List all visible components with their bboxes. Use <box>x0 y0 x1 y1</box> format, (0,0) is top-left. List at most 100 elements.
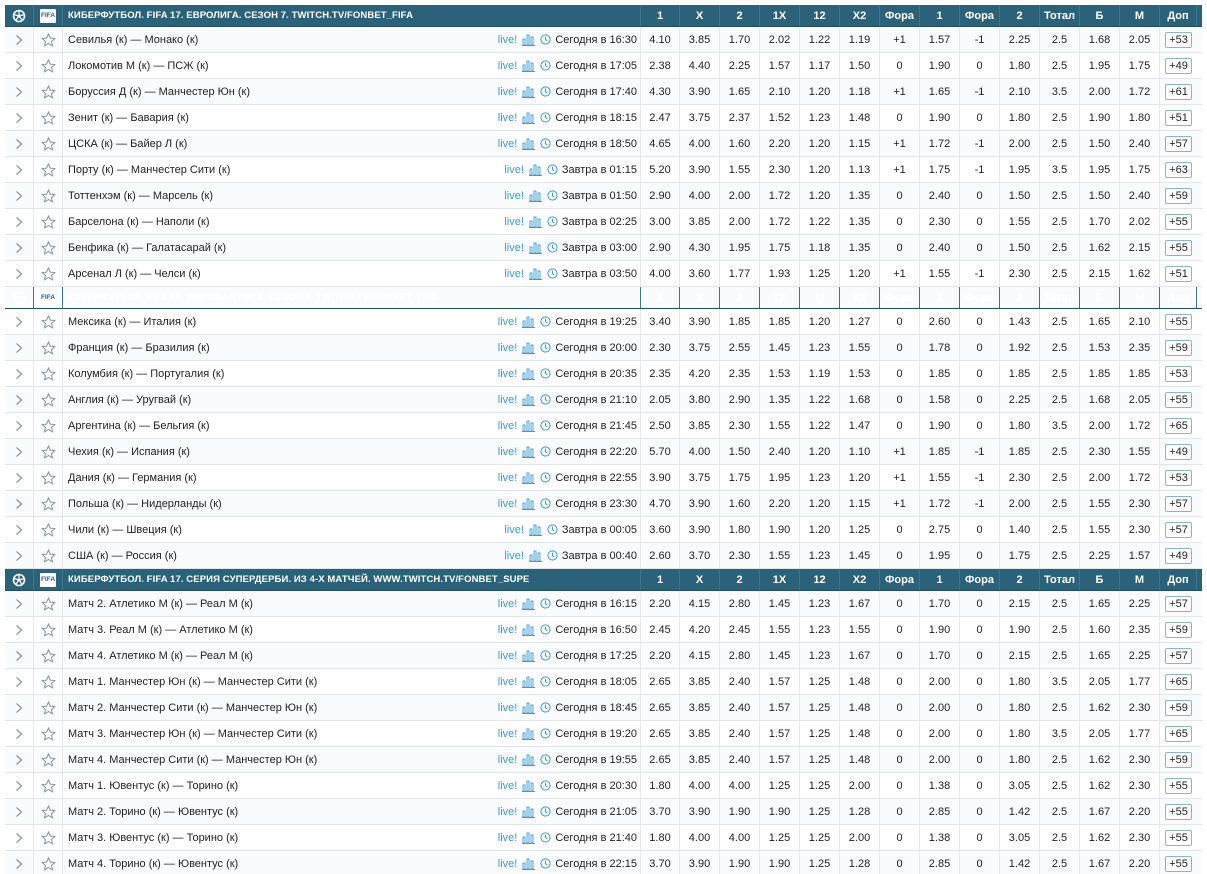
star-icon[interactable] <box>40 596 56 611</box>
odd-win1[interactable]: 2.65 <box>641 721 680 746</box>
event-name[interactable]: Польша (к) — Нидерланды (к) <box>68 498 498 510</box>
star-icon[interactable] <box>40 188 56 203</box>
odd-dcx2[interactable]: 1.48 <box>840 669 880 694</box>
odd-handicap2[interactable]: 0 <box>960 773 1000 798</box>
odd-handicap2[interactable]: -1 <box>960 79 1000 104</box>
favorite-cell[interactable] <box>34 183 63 208</box>
odd-win2[interactable]: 1.77 <box>720 261 760 286</box>
odd-handicap1[interactable]: 0 <box>880 53 920 78</box>
odd-total[interactable]: 2.5 <box>1040 695 1080 720</box>
event-name[interactable]: Матч 4. Манчестер Сити (к) — Манчестер Ю… <box>68 754 498 766</box>
more-markets-button[interactable]: +53 <box>1165 365 1192 382</box>
odd-under[interactable]: 2.15 <box>1120 235 1160 260</box>
more-markets-button[interactable]: +55 <box>1165 855 1192 872</box>
odd-handicap2[interactable]: 0 <box>960 721 1000 746</box>
bar-chart-icon[interactable] <box>521 342 536 354</box>
odd-over[interactable]: 1.70 <box>1080 209 1120 234</box>
odd-handicap2-odd[interactable]: 1.75 <box>1000 543 1040 568</box>
odd-handicap1[interactable]: 0 <box>880 413 920 438</box>
favorite-cell[interactable] <box>34 235 63 260</box>
odd-under[interactable]: 2.10 <box>1120 309 1160 334</box>
odd-handicap2[interactable]: 0 <box>960 543 1000 568</box>
odd-handicap2[interactable]: -1 <box>960 27 1000 52</box>
odd-draw[interactable]: 3.90 <box>680 79 720 104</box>
favorite-cell[interactable] <box>34 209 63 234</box>
odd-under[interactable]: 2.30 <box>1120 491 1160 516</box>
more-markets-button[interactable]: +59 <box>1165 621 1192 638</box>
odd-dc12[interactable]: 1.23 <box>800 465 840 490</box>
odd-dc12[interactable]: 1.19 <box>800 361 840 386</box>
expand-cell[interactable] <box>5 591 34 616</box>
odd-under[interactable]: 2.25 <box>1120 591 1160 616</box>
chevron-right-icon[interactable] <box>15 342 23 354</box>
event-name[interactable]: Тоттенхэм (к) — Марсель (к) <box>68 190 504 202</box>
odd-dc12[interactable]: 1.20 <box>800 491 840 516</box>
odd-win1[interactable]: 4.10 <box>641 27 680 52</box>
expand-cell[interactable] <box>5 491 34 516</box>
more-markets-button[interactable]: +55 <box>1165 829 1192 846</box>
odd-handicap1-odd[interactable]: 2.00 <box>920 669 960 694</box>
odd-dcx2[interactable]: 1.48 <box>840 695 880 720</box>
odd-dcx2[interactable]: 1.25 <box>840 517 880 542</box>
odd-dc1x[interactable]: 2.20 <box>760 131 800 156</box>
event-name[interactable]: Матч 2. Торино (к) — Ювентус (к) <box>68 806 498 818</box>
more-markets-button[interactable]: +65 <box>1165 673 1192 690</box>
favorite-cell[interactable] <box>34 53 63 78</box>
live-link[interactable]: live! <box>498 446 518 458</box>
odd-total[interactable]: 2.5 <box>1040 439 1080 464</box>
odd-win1[interactable]: 5.20 <box>641 157 680 182</box>
bar-chart-icon[interactable] <box>521 624 536 636</box>
odd-handicap2-odd[interactable]: 2.25 <box>1000 27 1040 52</box>
odd-handicap1-odd[interactable]: 1.95 <box>920 543 960 568</box>
odd-win1[interactable]: 2.50 <box>641 413 680 438</box>
odd-dcx2[interactable]: 1.20 <box>840 261 880 286</box>
chevron-right-icon[interactable] <box>15 624 23 636</box>
odd-dc12[interactable]: 1.23 <box>800 617 840 642</box>
more-markets-button[interactable]: +55 <box>1165 391 1192 408</box>
odd-handicap2-odd[interactable]: 2.00 <box>1000 491 1040 516</box>
live-link[interactable]: live! <box>504 190 524 202</box>
star-icon[interactable] <box>40 496 56 511</box>
odd-draw[interactable]: 3.80 <box>680 387 720 412</box>
odd-total[interactable]: 2.5 <box>1040 617 1080 642</box>
odd-handicap2[interactable]: -1 <box>960 465 1000 490</box>
star-icon[interactable] <box>40 110 56 125</box>
event-name[interactable]: Матч 3. Ювентус (к) — Торино (к) <box>68 832 498 844</box>
live-link[interactable]: live! <box>498 832 518 844</box>
event-name[interactable]: Порту (к) — Манчестер Сити (к) <box>68 164 504 176</box>
odd-dc1x[interactable]: 2.30 <box>760 157 800 182</box>
odd-win1[interactable]: 2.38 <box>641 53 680 78</box>
odd-dc12[interactable]: 1.20 <box>800 309 840 334</box>
odd-draw[interactable]: 4.00 <box>680 773 720 798</box>
odd-win2[interactable]: 2.40 <box>720 747 760 772</box>
star-icon[interactable] <box>40 700 56 715</box>
event-name[interactable]: Колумбия (к) — Португалия (к) <box>68 368 498 380</box>
more-markets-button[interactable]: +57 <box>1165 521 1192 538</box>
odd-dc12[interactable]: 1.25 <box>800 695 840 720</box>
star-icon[interactable] <box>40 830 56 845</box>
chevron-right-icon[interactable] <box>15 524 23 536</box>
expand-cell[interactable] <box>5 209 34 234</box>
bar-chart-icon[interactable] <box>521 34 536 46</box>
live-link[interactable]: live! <box>498 754 518 766</box>
odd-handicap2-odd[interactable]: 1.40 <box>1000 517 1040 542</box>
expand-cell[interactable] <box>5 799 34 824</box>
event-name[interactable]: Севилья (к) — Монако (к) <box>68 34 498 46</box>
chevron-right-icon[interactable] <box>15 316 23 328</box>
odd-handicap2[interactable]: 0 <box>960 361 1000 386</box>
live-link[interactable]: live! <box>498 702 518 714</box>
odd-total[interactable]: 2.5 <box>1040 851 1080 874</box>
odd-total[interactable]: 2.5 <box>1040 491 1080 516</box>
live-link[interactable]: live! <box>498 112 518 124</box>
more-markets-button[interactable]: +55 <box>1165 777 1192 794</box>
odd-dcx2[interactable]: 1.55 <box>840 335 880 360</box>
odd-dcx2[interactable]: 1.48 <box>840 721 880 746</box>
odd-dcx2[interactable]: 2.00 <box>840 773 880 798</box>
odd-handicap1-odd[interactable]: 1.78 <box>920 335 960 360</box>
bar-chart-icon[interactable] <box>521 316 536 328</box>
odd-over[interactable]: 1.62 <box>1080 773 1120 798</box>
star-icon[interactable] <box>40 84 56 99</box>
live-link[interactable]: live! <box>504 242 524 254</box>
chevron-right-icon[interactable] <box>15 216 23 228</box>
bar-chart-icon[interactable] <box>521 60 536 72</box>
